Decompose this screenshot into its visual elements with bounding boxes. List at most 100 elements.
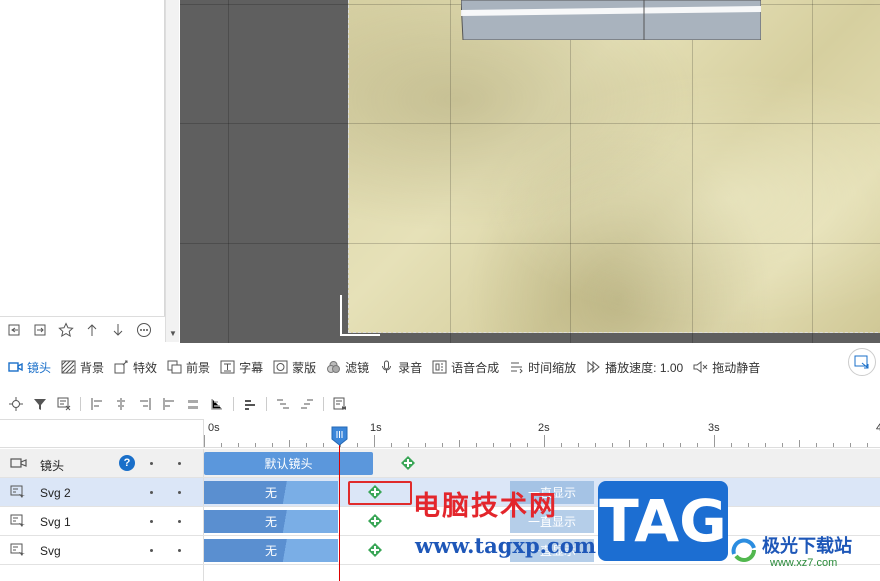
canvas-corner-marker xyxy=(340,295,343,335)
ruler-tick xyxy=(527,443,528,447)
ruler-tick xyxy=(816,443,817,447)
add-keyframe-icon[interactable] xyxy=(367,542,383,558)
ruler-tick xyxy=(595,443,596,447)
import-icon[interactable] xyxy=(3,320,25,340)
svg-layer-icon xyxy=(10,514,25,527)
align-start-icon[interactable] xyxy=(158,394,180,414)
menu-filter[interactable]: 滤镜 xyxy=(326,359,369,376)
time-ruler[interactable]: 0s 1s 2s 3s 4 xyxy=(204,419,880,448)
clip-label: 无 xyxy=(264,515,277,529)
cascade-reverse-icon[interactable] xyxy=(296,394,318,414)
distribute-vertical-icon[interactable] xyxy=(206,394,228,414)
help-label: ? xyxy=(123,457,131,469)
align-right-icon[interactable] xyxy=(134,394,156,414)
playhead-line xyxy=(339,427,340,581)
locate-icon[interactable] xyxy=(5,394,27,414)
track-name: Svg 1 xyxy=(40,515,71,529)
star-icon[interactable] xyxy=(55,320,77,340)
timeline-toolbar xyxy=(0,392,880,416)
clip-none[interactable]: 无 xyxy=(204,481,338,504)
more-icon[interactable] xyxy=(133,320,155,340)
track-name: Svg 2 xyxy=(40,486,71,500)
menu-effects-label: 特效 xyxy=(133,360,158,375)
menu-playback-speed-label: 播放速度: 1.00 xyxy=(605,360,684,375)
lock-dot[interactable] xyxy=(178,462,181,465)
toolbar-separator xyxy=(233,397,234,411)
menu-effects[interactable]: 特效 xyxy=(114,359,157,376)
align-center-icon[interactable] xyxy=(110,394,132,414)
menu-mask-label: 蒙版 xyxy=(292,360,317,375)
clip-none[interactable]: 无 xyxy=(204,539,338,562)
add-keyframe-icon[interactable] xyxy=(367,484,383,500)
toolbar-separator xyxy=(323,397,324,411)
ruler-label: 2s xyxy=(538,422,550,434)
canvas-area[interactable] xyxy=(180,0,880,343)
playback-speed-icon xyxy=(587,360,600,374)
3d-box-shape[interactable] xyxy=(461,0,761,40)
ruler-tick xyxy=(646,443,647,447)
ruler-tick xyxy=(204,435,205,447)
lock-dot[interactable] xyxy=(178,520,181,523)
menu-speech-synthesis[interactable]: 语音合成 xyxy=(432,359,499,376)
svg-layer-icon xyxy=(10,543,25,556)
export-scene-icon[interactable] xyxy=(29,320,51,340)
export-video-button[interactable] xyxy=(848,348,876,376)
filter-funnel-icon[interactable] xyxy=(29,394,51,414)
scroll-down-arrow-icon[interactable]: ▼ xyxy=(169,329,177,338)
ruler-tick xyxy=(238,443,239,447)
visibility-dot[interactable] xyxy=(150,549,153,552)
bookmark-list-icon[interactable] xyxy=(329,394,351,414)
menu-subtitle[interactable]: 字幕 xyxy=(220,359,263,376)
ruler-tick xyxy=(680,443,681,447)
ruler-tick xyxy=(612,443,613,447)
scene-list-scrollbar[interactable]: ▼ xyxy=(165,0,179,342)
ruler-tick xyxy=(765,443,766,447)
clip-default-camera[interactable]: 默认镜头 xyxy=(204,452,373,475)
watermark-title: 电脑技术网 xyxy=(413,491,558,522)
visibility-dot[interactable] xyxy=(150,491,153,494)
playhead-handle[interactable] xyxy=(331,426,348,446)
menu-drag-mute[interactable]: 拖动静音 xyxy=(693,359,760,376)
canvas-corner-marker-bottom xyxy=(340,334,380,336)
ruler-tick xyxy=(510,443,511,447)
timeline-header-spacer xyxy=(0,419,204,448)
lock-dot[interactable] xyxy=(178,549,181,552)
move-down-icon[interactable] xyxy=(107,320,129,340)
watermark-url: www.tagxp.com xyxy=(415,533,596,558)
brand-name: 极光下载站 xyxy=(762,536,852,557)
visibility-dot[interactable] xyxy=(150,462,153,465)
menu-background[interactable]: 背景 xyxy=(61,359,104,376)
ruler-tick xyxy=(289,440,290,447)
cascade-icon[interactable] xyxy=(272,394,294,414)
ruler-tick xyxy=(459,440,460,447)
clip-none[interactable]: 无 xyxy=(204,510,338,533)
brand-logo: 极光下载站 www.xz7.com xyxy=(730,528,875,578)
lock-dot[interactable] xyxy=(178,491,181,494)
track-name: 镜头 xyxy=(40,459,65,473)
scene-list-panel[interactable] xyxy=(0,0,165,342)
visibility-dot[interactable] xyxy=(150,520,153,523)
stack-icon[interactable] xyxy=(239,394,261,414)
help-icon[interactable]: ? xyxy=(119,455,135,471)
add-keyframe-icon[interactable] xyxy=(400,455,416,471)
ruler-tick xyxy=(748,443,749,447)
subtitle-icon xyxy=(220,360,235,374)
menu-mask[interactable]: 蒙版 xyxy=(273,359,316,376)
clear-filter-icon[interactable] xyxy=(53,394,75,414)
align-left-icon[interactable] xyxy=(86,394,108,414)
menu-playback-speed[interactable]: 播放速度: 1.00 xyxy=(586,359,683,376)
move-up-icon[interactable] xyxy=(81,320,103,340)
ruler-tick xyxy=(731,443,732,447)
ruler-tick xyxy=(782,443,783,447)
scene-toolbar xyxy=(0,316,165,342)
ruler-label: 3s xyxy=(708,422,720,434)
menu-record-label: 录音 xyxy=(398,360,423,375)
ruler-tick xyxy=(323,443,324,447)
distribute-icon[interactable] xyxy=(182,394,204,414)
menu-record[interactable]: 录音 xyxy=(379,359,422,376)
menu-foreground[interactable]: 前景 xyxy=(167,359,210,376)
menu-camera[interactable]: 镜头 xyxy=(8,359,51,376)
add-keyframe-icon[interactable] xyxy=(367,513,383,529)
menu-time-scale[interactable]: 时间缩放 xyxy=(509,359,576,376)
menu-time-scale-label: 时间缩放 xyxy=(528,360,577,375)
